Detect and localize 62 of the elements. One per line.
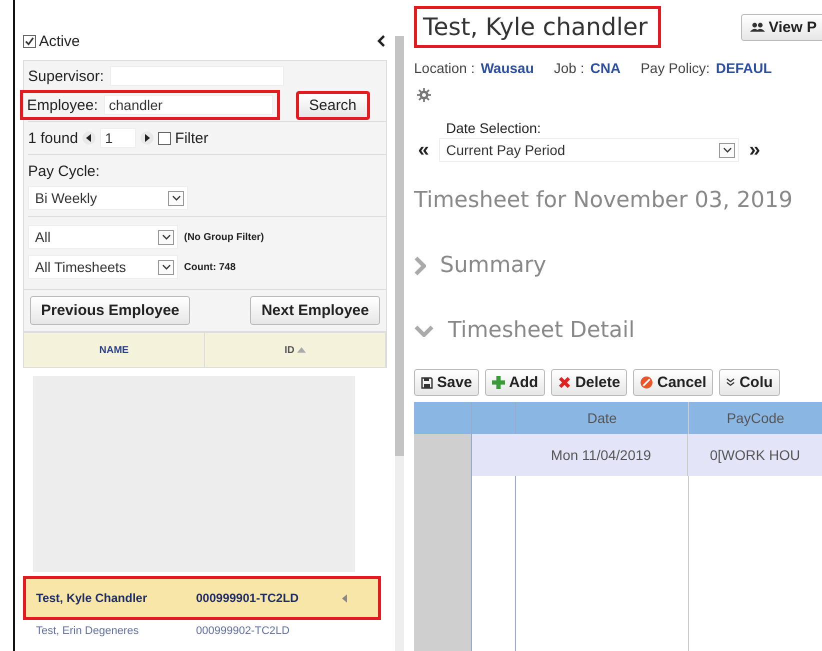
column-header[interactable]: NAME [24,333,205,367]
grid-row[interactable]: Mon 11/04/2019 0[WORK HOU [414,434,822,476]
caret-icon [162,264,170,270]
employee-row[interactable]: Test, Erin Degeneres 000999902-TC2LD [23,620,387,642]
save-button[interactable]: Save [414,369,480,396]
timesheet-count: Count: 748 [184,262,236,272]
chevron-down-icon [414,324,434,336]
section-toggle[interactable]: Summary [414,253,546,278]
supervisor-label: Supervisor: [28,68,104,84]
next-employee-button[interactable]: Next Employee [250,296,380,325]
filter-checkbox[interactable] [158,132,172,144]
caret-icon [162,234,170,240]
employee-row[interactable]: Test, Kyle Chandler 000999901-TC2LD [23,576,381,620]
detail-value[interactable]: CNA [590,60,621,76]
previous-period-button[interactable]: « [418,140,430,160]
plus-icon [492,376,506,389]
double-chevron-icon [726,378,736,387]
add-button[interactable]: Add [485,369,546,396]
previous-icon[interactable] [82,131,96,145]
delete-button[interactable]: Delete [551,369,628,396]
settings-icon[interactable] [417,88,431,102]
timesheets-select[interactable]: All Timesheets [28,255,178,279]
group-filter-note: (No Group Filter) [184,232,264,242]
x-icon [558,376,572,389]
detail-value[interactable]: DEFAUL [716,60,772,76]
filter-label: Filter [175,130,208,146]
found-count: 1 found [28,130,78,146]
section-toggle[interactable]: Timesheet Detail [414,318,635,343]
search-button[interactable]: Search [296,90,370,120]
active-label: Active [39,32,80,50]
collapse-panel-icon[interactable] [377,35,385,47]
date-selection-label: Date Selection: [446,120,542,136]
page-field[interactable]: 1 [100,128,136,148]
timesheet-heading: Timesheet for November 03, 2019 [414,188,794,213]
group-select[interactable]: All [28,225,178,249]
detail-label: Pay Policy: [640,60,710,76]
active-checkbox[interactable] [23,34,36,48]
scrollbar[interactable] [395,36,404,651]
row-selector-cell[interactable] [414,434,472,476]
column-header[interactable]: ID [205,333,386,367]
view-button[interactable]: View P [740,14,822,40]
next-icon[interactable] [140,131,154,145]
detail-label: Job : [554,60,584,76]
pointer-icon [342,594,347,602]
date-selection-select[interactable]: Current Pay Period [439,138,740,162]
caret-icon [172,195,180,201]
columns-button[interactable]: Colu [719,369,780,396]
column-header[interactable]: PayCode [689,402,822,434]
previous-employee-button[interactable]: Previous Employee [30,296,190,325]
detail-label: Location : [414,60,475,76]
people-icon [750,22,765,32]
employee-name-title: Test, Kyle chandler [414,6,661,48]
caret-icon [722,147,732,153]
pay-cycle-label: Pay Cycle: [28,163,101,180]
next-period-button[interactable]: » [749,140,760,160]
employee-field[interactable]: Employee: chandler [20,90,280,120]
chevron-right-icon [414,256,426,276]
detail-value[interactable]: Wausau [480,60,534,76]
no-entry-icon [640,376,654,389]
pay-cycle-select[interactable]: Bi Weekly [28,186,188,210]
cancel-button[interactable]: Cancel [633,369,714,396]
table-cell-text: 0[WORK HOU [708,446,802,465]
